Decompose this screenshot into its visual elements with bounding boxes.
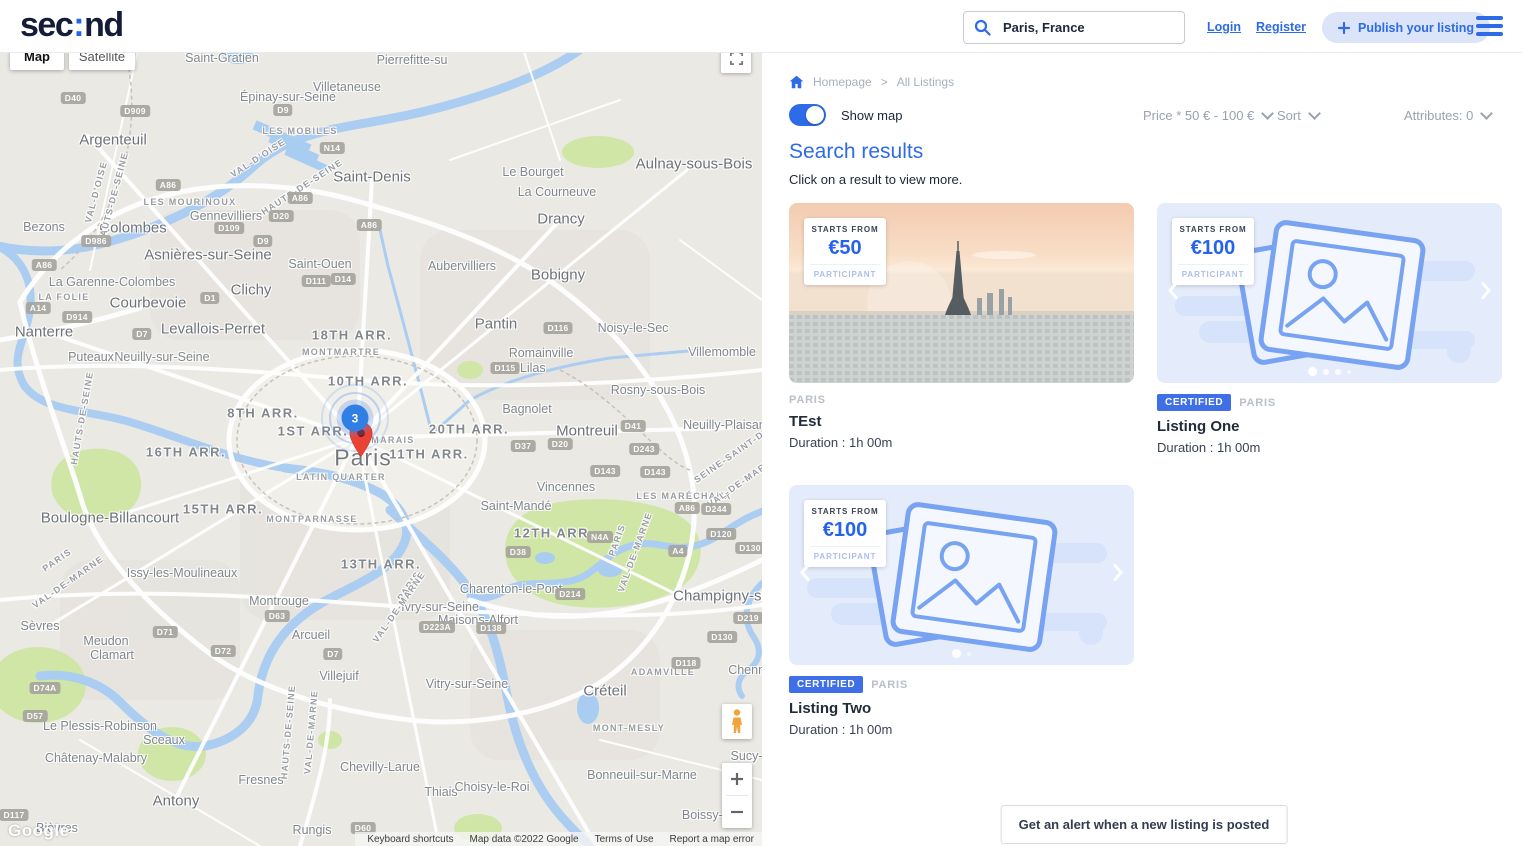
starts-from-label: STARTS FROM: [810, 225, 880, 234]
carousel-dot[interactable]: [1335, 369, 1341, 375]
report-map-error-link[interactable]: Report a map error: [670, 834, 754, 845]
listing-photo[interactable]: STARTS FROM €100 PARTICIPANT: [1157, 203, 1502, 383]
plus-icon: [1338, 22, 1350, 34]
carousel-dot[interactable]: [1308, 367, 1317, 376]
price-unit-label: PARTICIPANT: [810, 546, 880, 561]
chevron-down-icon: [1308, 107, 1321, 120]
search-icon: [974, 19, 991, 36]
publish-listing-button[interactable]: Publish your listing: [1322, 12, 1490, 43]
map-data-text: Map data ©2022 Google: [469, 834, 578, 845]
carousel-prev-button[interactable]: [800, 564, 810, 587]
results-panel: Homepage > All Listings Show map Price *…: [762, 52, 1522, 846]
map-attribution: Keyboard shortcuts Map data ©2022 Google…: [355, 832, 762, 846]
logo-colon: :: [73, 6, 83, 44]
search-input[interactable]: [1001, 19, 1165, 36]
carousel-dot[interactable]: [967, 652, 971, 656]
price-unit-label: PARTICIPANT: [810, 264, 880, 279]
listing-card[interactable]: STARTS FROM €50 PARTICIPANT PARIS TEst D…: [789, 203, 1134, 455]
listing-location: PARIS: [1239, 397, 1276, 409]
listing-title[interactable]: TEst: [789, 413, 1134, 430]
carousel-dot[interactable]: [1347, 370, 1351, 374]
listing-title[interactable]: Listing Two: [789, 700, 1134, 717]
map-canvas[interactable]: Saint-GratienPierrefitte-suVilletaneuseÉ…: [0, 40, 762, 846]
plus-icon: [730, 772, 744, 786]
chevron-down-icon: [1261, 107, 1274, 120]
listing-photo[interactable]: STARTS FROM €100 PARTICIPANT: [789, 485, 1134, 665]
listing-duration: Duration : 1h 00m: [789, 722, 1134, 737]
app-logo[interactable]: sec:nd: [20, 6, 123, 45]
pegman-icon: [730, 709, 744, 735]
starts-from-label: STARTS FROM: [810, 507, 880, 516]
price-filter-dropdown[interactable]: Price * 50 € - 100 €: [1143, 108, 1272, 123]
starts-from-label: STARTS FROM: [1178, 225, 1248, 234]
carousel-dot[interactable]: [1323, 369, 1329, 375]
price-filter-label: Price * 50 € - 100 €: [1143, 108, 1254, 123]
attributes-dropdown[interactable]: Attributes: 0: [1404, 108, 1491, 123]
zoom-control: [722, 763, 752, 828]
listings-grid: STARTS FROM €50 PARTICIPANT PARIS TEst D…: [789, 203, 1502, 737]
zoom-in-button[interactable]: [722, 763, 752, 795]
chevron-left-icon: [1168, 282, 1178, 300]
breadcrumb-separator: >: [881, 75, 888, 89]
chevron-down-icon: [1481, 107, 1494, 120]
show-map-label: Show map: [841, 108, 902, 123]
price-value: €50: [810, 237, 880, 260]
carousel-dot[interactable]: [952, 649, 961, 658]
certified-badge: CERTIFIED: [789, 676, 863, 693]
listing-location: PARIS: [871, 679, 908, 691]
listing-card[interactable]: STARTS FROM €100 PARTICIPANT CERTIFIED P…: [1157, 203, 1502, 455]
listing-title[interactable]: Listing One: [1157, 418, 1502, 435]
sort-label: Sort: [1277, 108, 1301, 123]
terms-of-use-link[interactable]: Terms of Use: [595, 834, 654, 845]
price-badge: STARTS FROM €100 PARTICIPANT: [1172, 218, 1254, 285]
attributes-label: Attributes: 0: [1404, 108, 1473, 123]
hamburger-menu-icon[interactable]: [1476, 16, 1503, 36]
show-map-toggle[interactable]: [789, 104, 826, 126]
listing-location: PARIS: [789, 394, 826, 406]
new-listing-alert-button[interactable]: Get an alert when a new listing is poste…: [1001, 805, 1288, 844]
listing-photo[interactable]: STARTS FROM €50 PARTICIPANT: [789, 203, 1134, 383]
results-hint: Click on a result to view more.: [789, 172, 962, 187]
breadcrumb: Homepage > All Listings: [789, 75, 954, 89]
zoom-out-button[interactable]: [722, 796, 752, 828]
map-cluster-marker[interactable]: 3: [342, 405, 369, 432]
breadcrumb-current[interactable]: All Listings: [897, 75, 954, 89]
logo-text: sec: [20, 6, 72, 44]
price-value: €100: [810, 519, 880, 542]
logo-text: nd: [84, 6, 123, 44]
sort-dropdown[interactable]: Sort: [1277, 108, 1319, 123]
login-link[interactable]: Login: [1207, 20, 1241, 34]
publish-label: Publish your listing: [1358, 21, 1474, 35]
price-unit-label: PARTICIPANT: [1178, 264, 1248, 279]
top-header: sec:nd Login Register Publish your listi…: [0, 0, 1522, 53]
register-link[interactable]: Register: [1256, 20, 1306, 34]
location-search-box[interactable]: [963, 11, 1185, 44]
page-title: Search results: [789, 140, 923, 164]
filters-toolbar: Show map Price * 50 € - 100 € Sort Attri…: [789, 103, 1495, 128]
map-graphics: [0, 40, 762, 846]
chevron-right-icon: [1113, 564, 1123, 582]
price-value: €100: [1178, 237, 1248, 260]
breadcrumb-homepage[interactable]: Homepage: [813, 75, 872, 89]
chevron-right-icon: [1481, 282, 1491, 300]
keyboard-shortcuts-link[interactable]: Keyboard shortcuts: [367, 834, 453, 845]
listing-duration: Duration : 1h 00m: [789, 435, 1134, 450]
listing-card[interactable]: STARTS FROM €100 PARTICIPANT CERTIFIED P…: [789, 485, 1134, 737]
home-icon: [789, 75, 804, 89]
price-badge: STARTS FROM €50 PARTICIPANT: [804, 218, 886, 285]
carousel-next-button[interactable]: [1113, 564, 1123, 587]
carousel-dots[interactable]: [1157, 367, 1502, 376]
carousel-dots[interactable]: [789, 649, 1134, 658]
chevron-left-icon: [800, 564, 810, 582]
carousel-prev-button[interactable]: [1168, 282, 1178, 305]
minus-icon: [730, 805, 744, 819]
listing-duration: Duration : 1h 00m: [1157, 440, 1502, 455]
price-badge: STARTS FROM €100 PARTICIPANT: [804, 500, 886, 567]
pegman-button[interactable]: [722, 704, 752, 739]
carousel-next-button[interactable]: [1481, 282, 1491, 305]
certified-badge: CERTIFIED: [1157, 394, 1231, 411]
